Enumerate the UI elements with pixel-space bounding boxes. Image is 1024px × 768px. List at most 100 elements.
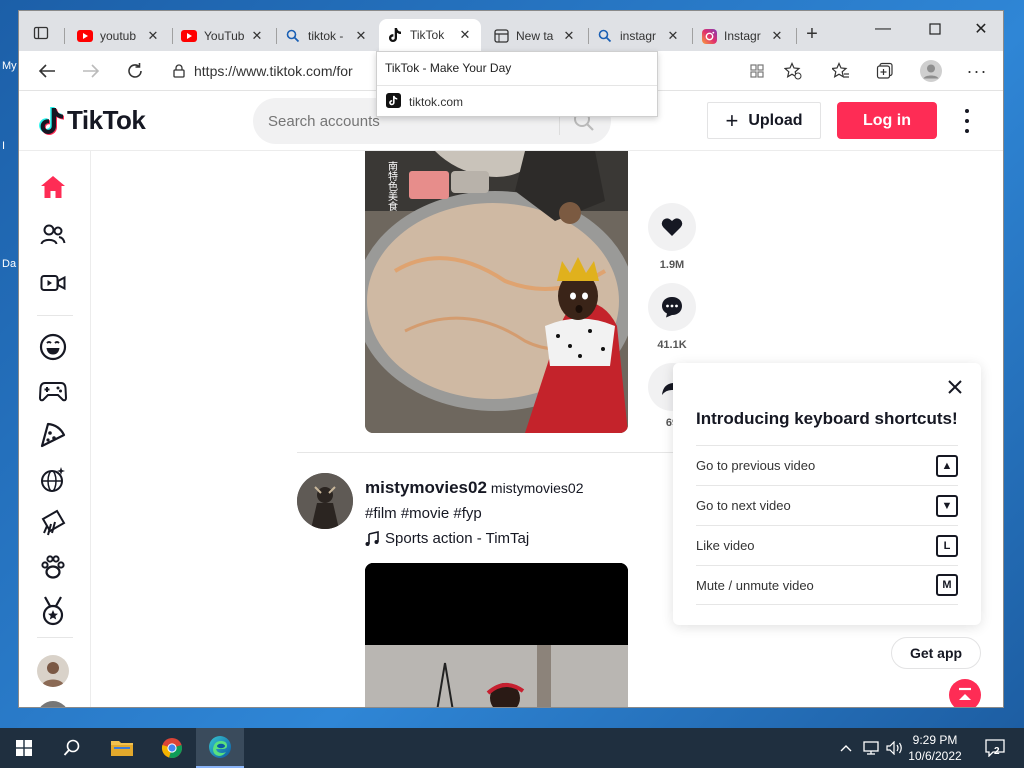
video-player[interactable] [365, 563, 628, 707]
tab-youtube[interactable]: YouTub ✕ [173, 21, 273, 51]
music-title: Sports action - TimTaj [385, 530, 530, 547]
tab-title: TikTok [410, 28, 445, 42]
users-icon [40, 224, 66, 245]
add-favorite-button[interactable] [779, 57, 807, 85]
close-button[interactable] [945, 377, 965, 397]
forward-button[interactable] [77, 57, 105, 85]
close-icon[interactable]: ✕ [249, 28, 265, 44]
nav-sports[interactable] [37, 595, 69, 627]
close-icon[interactable]: ✕ [457, 27, 473, 43]
apps-button[interactable] [743, 57, 771, 85]
login-button[interactable]: Log in [837, 102, 937, 139]
taskbar-file-explorer[interactable] [98, 728, 146, 768]
profile-button[interactable] [917, 57, 945, 85]
arrow-up-icon [959, 687, 971, 700]
like-button[interactable] [648, 203, 696, 251]
suggested-account-avatar[interactable] [37, 655, 69, 687]
desktop-label: I [2, 140, 6, 152]
suggested-account-avatar[interactable] [37, 701, 69, 707]
taskbar-chrome[interactable] [148, 728, 196, 768]
refresh-button[interactable] [121, 57, 149, 85]
video-frame: 南特色美食 [365, 151, 628, 433]
nav-beauty[interactable] [37, 507, 69, 539]
close-window-button[interactable]: ✕ [959, 15, 1003, 43]
divider [37, 637, 73, 638]
close-icon[interactable]: ✕ [665, 28, 681, 44]
tooltip-title: TikTok - Make Your Day [385, 61, 512, 75]
close-icon[interactable]: ✕ [145, 28, 161, 44]
tab-actions-button[interactable] [27, 20, 55, 46]
tiktok-logo[interactable]: TikTok [39, 105, 146, 136]
music-link[interactable]: Sports action - TimTaj [365, 530, 529, 547]
author-nickname: mistymovies02 [490, 480, 584, 496]
divider [297, 452, 697, 453]
shortcuts-title: Introducing keyboard shortcuts! [696, 409, 958, 428]
tab-title: instagr [620, 29, 657, 43]
taskbar: 9:29 PM 10/6/2022 2 [0, 728, 1024, 768]
comment-button[interactable] [648, 283, 696, 331]
notifications-button[interactable]: 2 [980, 728, 1010, 768]
minimize-button[interactable]: — [861, 15, 905, 43]
get-app-button[interactable]: Get app [891, 637, 981, 669]
tab-instagram-search[interactable]: instagr ✕ [589, 21, 689, 51]
tab-title: tiktok - [308, 29, 344, 43]
newtab-icon [493, 28, 509, 44]
video-player[interactable]: 南特色美食 [365, 151, 628, 433]
dot [965, 109, 969, 113]
upload-button[interactable]: + Upload [707, 102, 821, 139]
nav-gaming[interactable] [37, 375, 69, 407]
nav-animals[interactable] [37, 551, 69, 583]
avatar [37, 655, 69, 687]
settings-more-button[interactable]: ··· [963, 57, 991, 85]
post-caption[interactable]: #film #movie #fyp [365, 505, 482, 522]
get-app-label: Get app [909, 645, 963, 661]
nav-food[interactable] [37, 419, 69, 451]
nav-for-you[interactable] [37, 171, 69, 203]
favorites-button[interactable] [827, 57, 855, 85]
apps-icon [750, 64, 764, 78]
plus-icon: + [725, 107, 739, 133]
back-to-top-button[interactable] [949, 679, 981, 707]
shortcut-label: Go to previous video [696, 458, 816, 473]
login-label: Log in [863, 111, 911, 129]
collections-button[interactable] [871, 57, 899, 85]
shortcut-row: Go to previous video ▲ [696, 445, 958, 485]
show-hidden-icons-button[interactable] [836, 728, 856, 768]
avatar [297, 473, 353, 529]
taskbar-search-button[interactable] [48, 728, 96, 768]
music-note-icon [365, 530, 379, 546]
tab-tiktok-search[interactable]: tiktok - ✕ [277, 21, 377, 51]
tab-title: YouTub [204, 29, 245, 43]
tab-new-tab[interactable]: New ta ✕ [485, 21, 585, 51]
tab-instagram[interactable]: Instagr ✕ [693, 21, 793, 51]
close-icon[interactable]: ✕ [561, 28, 577, 44]
nav-dance[interactable] [37, 463, 69, 495]
author-name[interactable]: mistymovies02 mistymovies02 [365, 478, 584, 498]
start-button[interactable] [0, 728, 48, 768]
notification-count: 2 [994, 746, 1000, 757]
more-options-button[interactable] [957, 109, 977, 133]
volume-button[interactable] [884, 728, 906, 768]
nav-live[interactable] [37, 267, 69, 299]
close-icon[interactable]: ✕ [769, 28, 785, 44]
network-button[interactable] [860, 728, 882, 768]
minimize-icon: — [875, 20, 891, 37]
taskbar-edge[interactable] [196, 728, 244, 768]
tab-title: New ta [516, 29, 554, 43]
tab-title: youtub [100, 29, 137, 43]
dot [965, 129, 969, 133]
maximize-button[interactable] [913, 15, 957, 43]
new-tab-button[interactable]: + [801, 23, 823, 45]
tab-tiktok[interactable]: TikTok ✕ [379, 19, 481, 51]
tiktok-page: TikTok + Upload Log in [19, 91, 1003, 707]
divider [377, 85, 657, 86]
nav-following[interactable] [37, 219, 69, 251]
tab-separator [796, 28, 797, 44]
shortcut-label: Mute / unmute video [696, 577, 814, 593]
nav-comedy[interactable] [37, 331, 69, 363]
back-button[interactable] [33, 57, 61, 85]
close-icon[interactable]: ✕ [353, 28, 369, 44]
author-avatar[interactable] [297, 473, 353, 529]
system-clock[interactable]: 9:29 PM 10/6/2022 [905, 732, 965, 764]
tab-youtube-search[interactable]: youtub ✕ [69, 21, 169, 51]
